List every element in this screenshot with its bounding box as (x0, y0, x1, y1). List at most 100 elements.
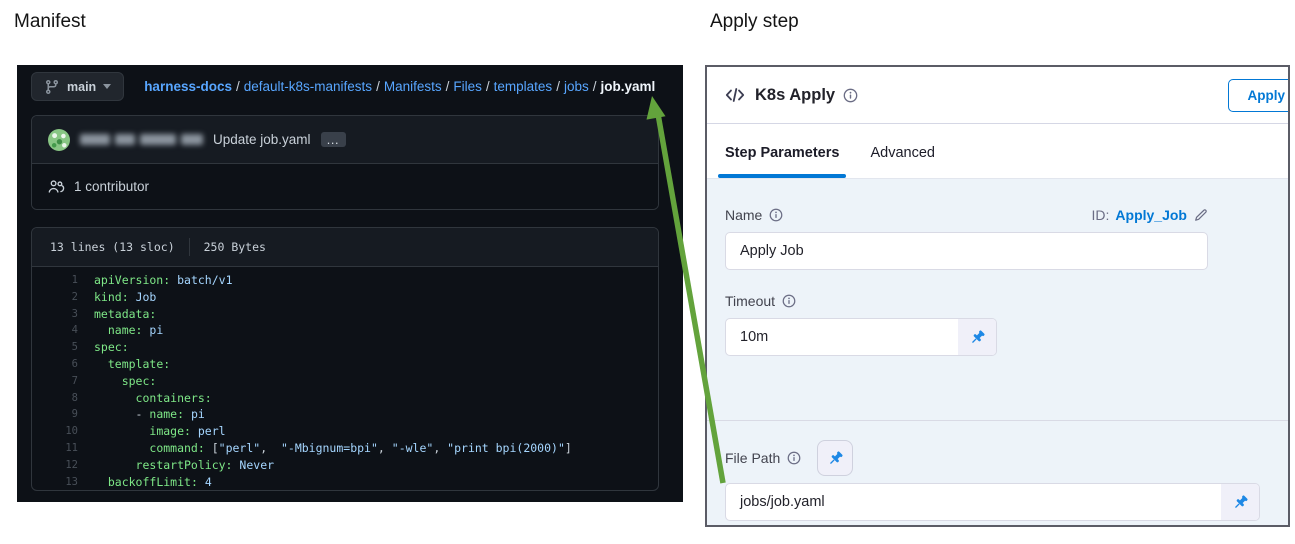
pin-button[interactable] (817, 440, 853, 476)
step-tabs: Step Parameters Advanced (707, 124, 1288, 178)
code-text: metadata: (94, 306, 156, 323)
breadcrumb-repo-link[interactable]: harness-docs (144, 79, 232, 94)
line-number: 2 (32, 289, 94, 306)
name-input[interactable]: Apply Job (725, 232, 1208, 270)
name-label-row: Name ID: Apply_Job (725, 207, 1208, 223)
commit-ellipsis-button[interactable]: … (321, 132, 346, 147)
line-number: 11 (32, 440, 94, 457)
code-line: 5spec: (32, 339, 658, 356)
code-line: 12 restartPolicy: Never (32, 457, 658, 474)
code-text: image: perl (94, 423, 226, 440)
code-line: 4 name: pi (32, 322, 658, 339)
breadcrumb-segment-link[interactable]: default-k8s-manifests (244, 79, 372, 94)
git-branch-icon (44, 79, 60, 95)
code-text: restartPolicy: Never (94, 457, 274, 474)
file-path-label-row: File Path (725, 440, 1270, 476)
k8s-apply-step-panel: K8s Apply Apply Step ParametersAdvanced … (705, 65, 1290, 527)
apply-step-heading: Apply step (710, 11, 799, 33)
code-text: template: (94, 356, 170, 373)
breadcrumb-segment-link[interactable]: templates (494, 79, 553, 94)
contributors-label: 1 contributor (74, 179, 149, 194)
code-line: 1apiVersion: batch/v1 (32, 272, 658, 289)
breadcrumb-separator: / (556, 79, 560, 94)
blurred-username (80, 134, 203, 145)
people-icon (48, 179, 65, 194)
code-text: backoffLimit: 4 (94, 474, 212, 491)
step-header: K8s Apply Apply (707, 67, 1288, 124)
pin-icon[interactable] (1221, 484, 1259, 520)
branch-selector[interactable]: main (31, 72, 124, 101)
commit-row: Update job.yaml … (32, 116, 658, 163)
file-size: 250 Bytes (204, 240, 266, 254)
file-path-label: File Path (725, 450, 801, 466)
info-icon[interactable] (843, 88, 858, 103)
info-icon[interactable] (787, 451, 801, 465)
stats-divider (189, 238, 190, 256)
code-line: 2kind: Job (32, 289, 658, 306)
branch-name: main (67, 80, 96, 94)
pin-icon[interactable] (958, 319, 996, 355)
file-stats-bar: 13 lines (13 sloc) 250 Bytes (32, 228, 658, 267)
yaml-code-view: 1apiVersion: batch/v12kind: Job3metadata… (32, 267, 658, 490)
code-step-icon (725, 87, 745, 103)
line-number: 12 (32, 457, 94, 474)
line-number: 6 (32, 356, 94, 373)
code-text: kind: Job (94, 289, 156, 306)
code-text: - name: pi (94, 406, 205, 423)
apply-button[interactable]: Apply (1228, 79, 1290, 112)
edit-pencil-icon[interactable] (1193, 208, 1208, 223)
step-title: K8s Apply (755, 86, 835, 105)
file-path-input[interactable]: jobs/job.yaml (726, 484, 1221, 520)
code-text: name: pi (94, 322, 163, 339)
code-line: 10 image: perl (32, 423, 658, 440)
file-toolbar: main harness-docs / default-k8s-manifests /… (17, 65, 683, 101)
code-line: 8 containers: (32, 390, 658, 407)
code-line: 6 template: (32, 356, 658, 373)
code-text: spec: (94, 373, 156, 390)
avatar[interactable] (48, 129, 70, 151)
breadcrumb-current-file: job.yaml (600, 79, 655, 94)
contributors-row[interactable]: 1 contributor (32, 163, 658, 209)
name-label: Name (725, 207, 783, 223)
tab-step-parameters[interactable]: Step Parameters (725, 145, 839, 178)
form-divider (707, 420, 1288, 421)
code-text: command: ["perl", "-Mbignum=bpi", "-wle"… (94, 440, 572, 457)
line-number: 13 (32, 474, 94, 491)
line-number: 5 (32, 339, 94, 356)
file-lines-count: 13 lines (13 sloc) (50, 240, 175, 254)
file-path-input-group: jobs/job.yaml (725, 483, 1260, 521)
breadcrumb-segment-link[interactable]: Manifests (384, 79, 442, 94)
info-icon[interactable] (769, 208, 783, 222)
breadcrumb: harness-docs / default-k8s-manifests / Manif… (144, 79, 655, 94)
manifest-heading: Manifest (14, 11, 86, 33)
line-number: 4 (32, 322, 94, 339)
info-icon[interactable] (782, 294, 796, 308)
timeout-label: Timeout (725, 293, 796, 309)
breadcrumb-segment-link[interactable]: Files (453, 79, 482, 94)
commit-message[interactable]: Update job.yaml (213, 132, 311, 147)
step-id-row: ID: Apply_Job (1092, 207, 1208, 223)
breadcrumb-separator: / (446, 79, 450, 94)
code-text: apiVersion: batch/v1 (94, 272, 233, 289)
code-line: 7 spec: (32, 373, 658, 390)
breadcrumb-separator: / (486, 79, 490, 94)
breadcrumb-separator: / (376, 79, 380, 94)
code-line: 3metadata: (32, 306, 658, 323)
tab-advanced[interactable]: Advanced (870, 145, 935, 178)
breadcrumb-separator: / (236, 79, 240, 94)
timeout-input-group: 10m (725, 318, 997, 356)
code-line: 11 command: ["perl", "-Mbignum=bpi", "-w… (32, 440, 658, 457)
code-line: 9 - name: pi (32, 406, 658, 423)
commit-box: Update job.yaml … 1 contributor (31, 115, 659, 210)
timeout-input[interactable]: 10m (726, 319, 958, 355)
id-prefix: ID: (1092, 207, 1110, 223)
breadcrumb-separator: / (593, 79, 597, 94)
code-line: 13 backoffLimit: 4 (32, 474, 658, 491)
line-number: 10 (32, 423, 94, 440)
code-text: spec: (94, 339, 129, 356)
breadcrumb-segment-link[interactable]: jobs (564, 79, 589, 94)
line-number: 8 (32, 390, 94, 407)
line-number: 1 (32, 272, 94, 289)
line-number: 9 (32, 406, 94, 423)
step-id-link[interactable]: Apply_Job (1115, 207, 1187, 223)
